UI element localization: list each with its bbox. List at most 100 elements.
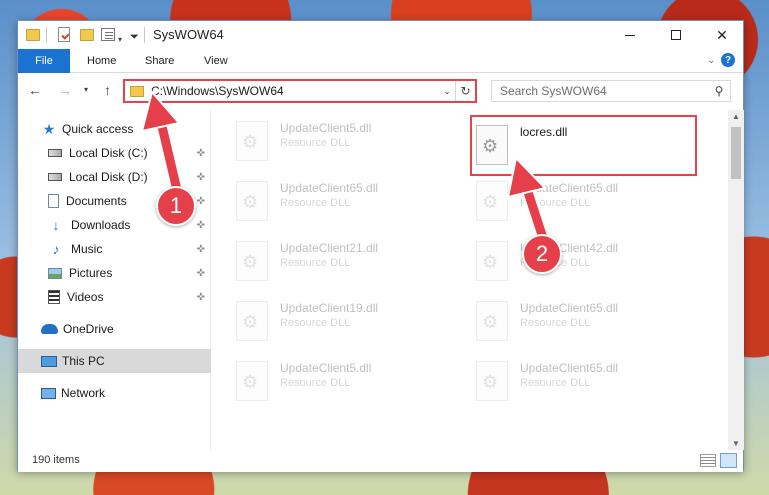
maximize-button[interactable] xyxy=(653,21,699,49)
sidebar-item-music[interactable]: ♪ Music ✜ xyxy=(18,237,211,261)
forward-button[interactable]: → xyxy=(58,82,72,98)
refresh-button[interactable]: ↻ xyxy=(455,81,475,101)
dll-file-icon xyxy=(476,241,508,281)
file-name: UpdateClient19.dll xyxy=(280,301,379,315)
step-badge-1: 1 xyxy=(156,186,196,226)
help-icon[interactable]: ? xyxy=(721,53,735,67)
search-input[interactable] xyxy=(500,84,708,98)
back-button[interactable]: ← xyxy=(28,82,42,98)
dll-file-icon xyxy=(476,181,508,221)
scrollbar-thumb[interactable] xyxy=(731,127,741,179)
scroll-up-icon[interactable]: ▲ xyxy=(728,112,744,121)
sidebar-item-this-pc[interactable]: This PC xyxy=(18,349,211,373)
expand-ribbon-icon[interactable]: ⌄ xyxy=(707,55,715,66)
sidebar-item-label: Videos xyxy=(67,290,104,304)
sidebar-item-label: This PC xyxy=(62,354,105,368)
cloud-icon xyxy=(41,324,58,334)
file-item-selected[interactable]: locres.dll xyxy=(470,115,697,176)
address-path[interactable]: C:\Windows\SysWOW64 xyxy=(151,84,439,98)
sidebar-item-local-disk-d[interactable]: Local Disk (D:) ✜ xyxy=(18,165,211,189)
file-item[interactable]: UpdateClient5.dll Resource DLL xyxy=(236,358,456,408)
drive-icon xyxy=(48,173,62,181)
vertical-scrollbar[interactable]: ▲ ▼ xyxy=(728,110,744,450)
documents-icon xyxy=(48,194,59,208)
file-type: Resource DLL xyxy=(520,197,591,209)
file-item[interactable]: UpdateClient5.dll Resource DLL xyxy=(236,118,456,168)
file-item[interactable]: UpdateClient19.dll Resource DLL xyxy=(236,298,456,348)
file-type: Resource DLL xyxy=(520,377,591,389)
search-box[interactable]: ⚲ xyxy=(491,80,731,102)
file-item[interactable]: UpdateClient65.dll Resource DLL xyxy=(476,178,696,228)
sidebar-item-network[interactable]: Network xyxy=(18,381,211,405)
item-count: 190 items xyxy=(32,454,80,466)
file-type: Resource DLL xyxy=(280,197,351,209)
file-name: UpdateClient65.dll xyxy=(520,301,619,315)
search-icon[interactable]: ⚲ xyxy=(708,84,730,98)
file-name: UpdateClient65.dll xyxy=(280,181,379,195)
pin-icon[interactable]: ✜ xyxy=(197,244,205,255)
sidebar-item-label: OneDrive xyxy=(63,322,114,336)
up-button[interactable]: ↑ xyxy=(104,82,111,98)
sidebar-item-label: Pictures xyxy=(69,266,113,280)
maximize-icon xyxy=(671,30,681,40)
view-options-icon[interactable] xyxy=(101,28,115,41)
large-icons-view-icon[interactable] xyxy=(720,453,737,468)
file-item[interactable]: UpdateClient65.dll Resource DLL xyxy=(236,178,456,228)
drive-icon xyxy=(48,149,62,157)
folder-icon xyxy=(130,85,144,97)
pin-icon[interactable]: ✜ xyxy=(197,196,205,207)
toolbar-divider xyxy=(46,27,47,43)
sidebar-item-quick-access[interactable]: ★ Quick access xyxy=(18,117,211,141)
scroll-down-icon[interactable]: ▼ xyxy=(728,439,744,448)
recent-locations-button[interactable]: ▾ xyxy=(84,85,88,94)
sidebar-item-pictures[interactable]: Pictures ✜ xyxy=(18,261,211,285)
sidebar-item-label: Network xyxy=(61,386,106,400)
title-divider xyxy=(144,27,145,43)
navigation-bar: ← → ▾ ↑ C:\Windows\SysWOW64 ⌄ ↻ ⚲ xyxy=(18,74,743,110)
pin-icon[interactable]: ✜ xyxy=(197,172,205,183)
tab-file[interactable]: File xyxy=(18,49,70,73)
sidebar-item-label: Local Disk (D:) xyxy=(69,170,148,184)
dll-file-icon xyxy=(476,361,508,401)
sidebar-item-label: Downloads xyxy=(71,218,131,232)
pin-icon[interactable]: ✜ xyxy=(197,268,205,279)
pin-icon[interactable]: ✜ xyxy=(197,292,205,303)
file-item[interactable]: UpdateClient42.dll Resource DLL xyxy=(476,238,696,288)
dll-file-icon xyxy=(476,125,508,165)
file-name: UpdateClient65.dll xyxy=(520,181,619,195)
sidebar-item-onedrive[interactable]: OneDrive xyxy=(18,317,211,341)
customize-toolbar-icon[interactable]: ⏷ xyxy=(130,28,139,46)
tab-home[interactable]: Home xyxy=(87,49,116,73)
minimize-icon xyxy=(625,34,635,36)
tab-view[interactable]: View xyxy=(204,49,228,73)
pin-icon[interactable]: ✜ xyxy=(197,148,205,159)
file-item[interactable]: UpdateClient21.dll Resource DLL xyxy=(236,238,456,288)
address-bar[interactable]: C:\Windows\SysWOW64 ⌄ ↻ xyxy=(123,79,477,103)
sidebar-item-videos[interactable]: Videos ✜ xyxy=(18,285,211,309)
music-icon: ♪ xyxy=(52,241,60,257)
file-name: UpdateClient21.dll xyxy=(280,241,379,255)
close-button[interactable]: ✕ xyxy=(699,21,745,49)
folder-icon xyxy=(26,29,40,41)
chevron-down-icon[interactable]: ⌄ xyxy=(439,86,455,97)
download-icon: ↓ xyxy=(52,217,60,233)
pin-icon[interactable]: ✜ xyxy=(197,220,205,231)
minimize-button[interactable] xyxy=(607,21,653,49)
chevron-down-icon[interactable]: ▾ xyxy=(118,30,122,48)
sidebar-item-label: Documents xyxy=(66,194,127,208)
details-view-icon[interactable] xyxy=(700,454,716,467)
sidebar-item-label: Quick access xyxy=(62,122,134,136)
sidebar-item-local-disk-c[interactable]: Local Disk (C:) ✜ xyxy=(18,141,211,165)
dll-file-icon xyxy=(476,301,508,341)
file-list: UpdateClient5.dll Resource DLL locres.dl… xyxy=(212,110,728,450)
properties-icon[interactable] xyxy=(58,27,70,42)
network-icon xyxy=(41,387,56,399)
file-type: Resource DLL xyxy=(280,257,351,269)
tab-share[interactable]: Share xyxy=(145,49,174,73)
file-item[interactable]: UpdateClient65.dll Resource DLL xyxy=(476,358,696,408)
new-folder-icon[interactable] xyxy=(80,29,94,41)
pictures-icon xyxy=(48,267,62,279)
computer-icon xyxy=(41,355,57,367)
file-item[interactable]: UpdateClient65.dll Resource DLL xyxy=(476,298,696,348)
file-name: UpdateClient5.dll xyxy=(280,361,372,375)
